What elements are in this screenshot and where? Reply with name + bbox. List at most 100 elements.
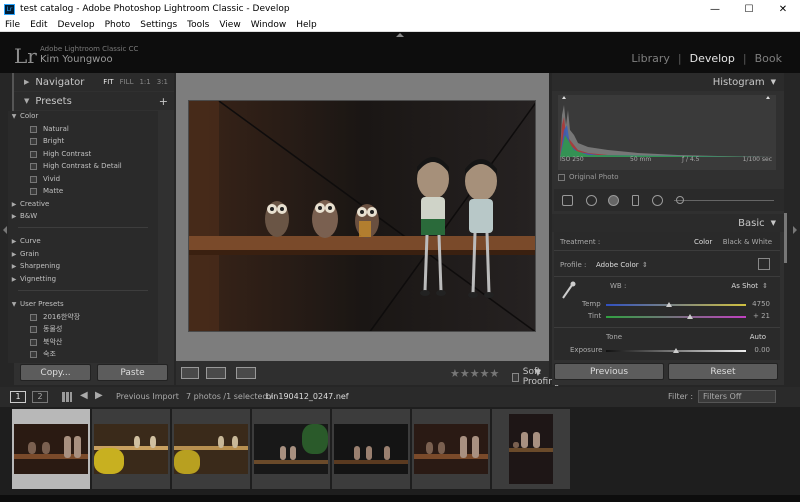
treatment-bw[interactable]: Black & White (723, 238, 772, 246)
collapse-top-panel-icon[interactable] (396, 33, 404, 37)
back-arrow-icon[interactable]: ◀ (80, 390, 88, 401)
grid-view-icon[interactable] (62, 392, 72, 402)
wb-value[interactable]: As Shot (731, 282, 758, 290)
graduated-filter-icon[interactable] (632, 195, 639, 206)
filmstrip-thumb[interactable] (252, 409, 330, 489)
copy-button[interactable]: Copy... (20, 364, 91, 381)
preset-group-vignetting[interactable]: ▶ Vignetting (8, 274, 56, 284)
histogram-header[interactable]: Histogram ▼ (552, 73, 784, 91)
filmstrip-thumb[interactable] (172, 409, 250, 489)
temp-slider-knob[interactable] (666, 302, 672, 307)
preset-item[interactable]: Natural (8, 124, 69, 134)
temp-value[interactable]: 4750 (752, 300, 770, 308)
red-eye-icon[interactable] (608, 195, 619, 206)
radial-filter-icon[interactable] (652, 195, 663, 206)
preset-group-color[interactable]: ▼ Color (8, 111, 39, 121)
treatment-color[interactable]: Color (694, 238, 712, 246)
forward-arrow-icon[interactable]: ▶ (95, 390, 103, 401)
zoom-fill[interactable]: FILL (120, 78, 134, 86)
menu-settings[interactable]: Settings (135, 20, 182, 30)
profile-browser-icon[interactable] (758, 258, 770, 270)
menu-file[interactable]: File (0, 20, 25, 30)
preset-item[interactable]: 동물성 (8, 324, 62, 334)
before-after-view-icon[interactable] (206, 367, 226, 379)
original-photo-checkbox[interactable] (558, 173, 565, 181)
profile-value[interactable]: Adobe Color (596, 261, 639, 269)
exposure-slider-knob[interactable] (673, 348, 679, 353)
collapse-left-panel-icon[interactable] (3, 226, 7, 234)
filmstrip-thumb[interactable] (92, 409, 170, 489)
wb-eyedropper-icon[interactable] (560, 280, 576, 300)
exposure-value[interactable]: 0.00 (754, 346, 770, 354)
brush-icon[interactable] (676, 196, 684, 204)
loupe-view-icon[interactable] (181, 367, 199, 379)
close-button[interactable]: ✕ (766, 0, 800, 18)
add-preset-icon[interactable]: + (159, 95, 168, 108)
preset-item[interactable]: 북악산 (8, 337, 62, 347)
module-develop[interactable]: Develop (690, 52, 735, 65)
preset-group-creative[interactable]: ▶ Creative (8, 199, 50, 209)
menu-window[interactable]: Window (246, 20, 292, 30)
spot-removal-icon[interactable] (586, 195, 597, 206)
module-book[interactable]: Book (755, 52, 782, 65)
preset-icon (30, 313, 37, 321)
preset-item[interactable]: Matte (8, 186, 63, 196)
preset-group-curve[interactable]: ▶ Curve (8, 236, 41, 246)
reset-button[interactable]: Reset (668, 363, 778, 380)
menu-tools[interactable]: Tools (182, 20, 214, 30)
original-photo-toggle[interactable]: Original Photo (558, 173, 619, 181)
preset-group-user[interactable]: ▼ User Presets (8, 299, 64, 309)
zoom-3-1[interactable]: 3:1 (157, 78, 168, 86)
toolbar-menu-icon[interactable]: ▼ (535, 368, 541, 377)
preset-item[interactable]: Vivid (8, 174, 60, 184)
maximize-button[interactable]: ☐ (732, 0, 766, 18)
collapse-right-panel-icon[interactable] (793, 226, 797, 234)
navigator-header[interactable]: ▶ Navigator FIT FILL 1:1 3:1 (14, 73, 174, 91)
selected-filename[interactable]: bin190412_0247.nef (266, 392, 349, 401)
zoom-fit[interactable]: FIT (103, 78, 113, 86)
tone-auto-button[interactable]: Auto (750, 333, 766, 341)
source-label[interactable]: Previous Import (116, 392, 179, 401)
preset-group-bw[interactable]: ▶ B&W (8, 211, 38, 221)
star-rating[interactable]: ★★★★★ (450, 367, 499, 380)
wb-arrow-icon[interactable]: ⇕ (762, 282, 768, 290)
minimize-button[interactable]: — (698, 0, 732, 18)
profile-arrow-icon[interactable]: ⇕ (642, 261, 648, 269)
photo-count: 7 photos /1 selected / (186, 392, 273, 401)
second-window-button[interactable]: 2 (32, 391, 48, 403)
zoom-1-1[interactable]: 1:1 (139, 78, 150, 86)
preset-group-grain[interactable]: ▶ Grain (8, 249, 39, 259)
presets-header[interactable]: ▼ Presets + (14, 92, 174, 110)
crop-tool-icon[interactable] (562, 195, 573, 206)
preset-item[interactable]: 숙조 (8, 349, 56, 359)
filter-select[interactable]: Filters Off (698, 390, 776, 403)
filmstrip-thumb[interactable] (412, 409, 490, 489)
preset-group-sharpening[interactable]: ▶ Sharpening (8, 261, 60, 271)
basic-header[interactable]: Basic ▼ (552, 214, 784, 232)
tint-value[interactable]: + 21 (753, 312, 770, 320)
menu-help[interactable]: Help (291, 20, 322, 30)
preset-item[interactable]: 2016한약장 (8, 312, 80, 322)
temp-slider[interactable] (606, 304, 746, 306)
before-after-swap-icon[interactable] (236, 367, 256, 379)
tint-slider-knob[interactable] (687, 314, 693, 319)
soft-proofing-checkbox[interactable] (512, 372, 519, 382)
previous-button[interactable]: Previous (554, 363, 664, 380)
filmstrip-thumb[interactable] (332, 409, 410, 489)
preset-item[interactable]: Bright (8, 136, 64, 146)
menu-photo[interactable]: Photo (100, 20, 136, 30)
main-photo[interactable] (188, 100, 536, 332)
module-library[interactable]: Library (631, 52, 669, 65)
paste-button[interactable]: Paste (97, 364, 168, 381)
menu-edit[interactable]: Edit (25, 20, 52, 30)
filmstrip-thumb[interactable] (492, 409, 570, 489)
preset-item[interactable]: High Contrast & Detail (8, 161, 122, 171)
preset-item[interactable]: High Contrast (8, 149, 91, 159)
menu-view[interactable]: View (214, 20, 245, 30)
menu-develop[interactable]: Develop (53, 20, 100, 30)
filmstrip-thumb[interactable] (12, 409, 90, 489)
main-window-button[interactable]: 1 (10, 391, 26, 403)
tint-slider[interactable] (606, 316, 746, 318)
brush-slider-track[interactable] (674, 200, 774, 201)
right-panel-scrollbar[interactable] (784, 213, 787, 263)
